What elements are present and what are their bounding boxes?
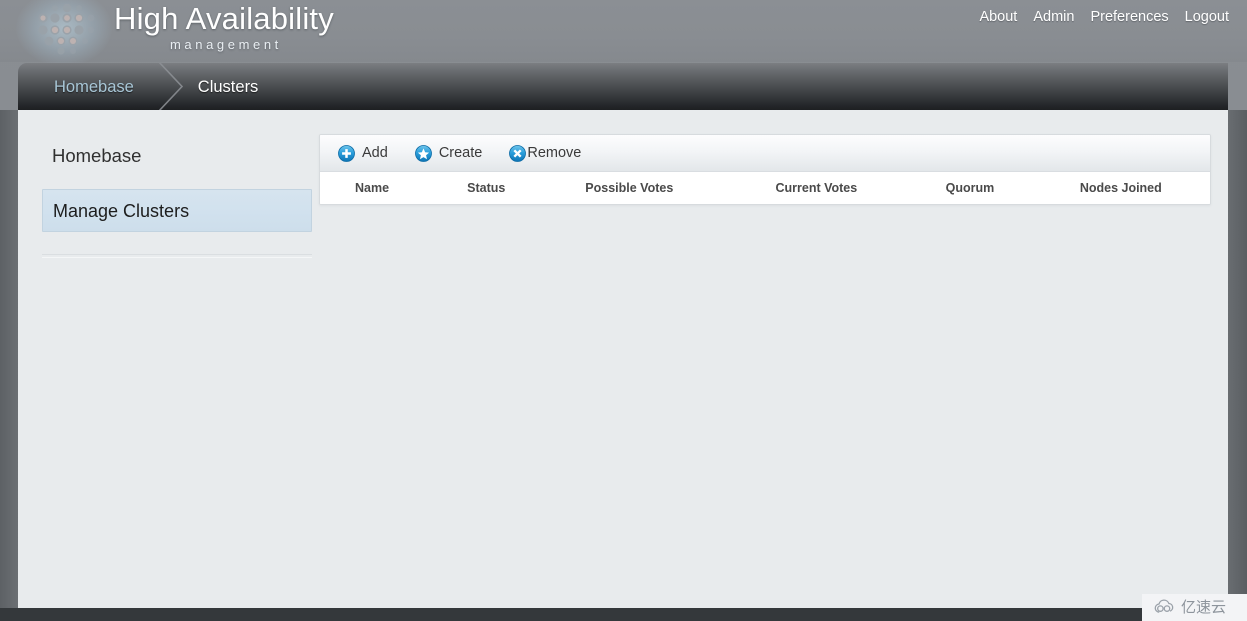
breadcrumb-bar: Homebase Clusters bbox=[18, 63, 1228, 110]
add-button[interactable]: Add bbox=[338, 141, 388, 165]
watermark: 亿速云 bbox=[1142, 594, 1247, 621]
remove-button-label: Remove bbox=[527, 145, 582, 161]
plus-circle-icon bbox=[338, 144, 355, 162]
column-header-current-votes[interactable]: Current Votes bbox=[775, 172, 946, 204]
left-rail bbox=[0, 110, 18, 608]
column-header-name[interactable]: Name bbox=[320, 172, 468, 204]
column-header-quorum[interactable]: Quorum bbox=[945, 172, 1080, 204]
app-logo: High Availability management bbox=[16, 0, 356, 66]
star-circle-icon bbox=[414, 144, 432, 162]
clusters-toolbar: Add Create Remove bbox=[320, 135, 1210, 172]
watermark-text: 亿速云 bbox=[1181, 598, 1227, 616]
column-header-possible-votes[interactable]: Possible Votes bbox=[585, 172, 776, 204]
create-button-label: Create bbox=[438, 145, 483, 161]
table-header-row: Name Status Possible Votes Current Votes… bbox=[320, 172, 1210, 204]
sidebar-item-manage-clusters[interactable]: Manage Clusters bbox=[42, 189, 312, 232]
column-header-status[interactable]: Status bbox=[467, 172, 586, 204]
logo-wordmark: High Availability management bbox=[114, 1, 354, 52]
breadcrumb-link-homebase[interactable]: Homebase bbox=[54, 77, 134, 97]
clusters-panel: Add Create Remove Name Status Possible V… bbox=[319, 134, 1211, 205]
clusters-table-header: Name Status Possible Votes Current Votes… bbox=[320, 172, 1210, 204]
x-circle-icon bbox=[509, 144, 527, 162]
column-header-nodes-joined[interactable]: Nodes Joined bbox=[1079, 172, 1210, 204]
logo-title: High Availability bbox=[114, 1, 334, 36]
nav-link-logout[interactable]: Logout bbox=[1185, 7, 1229, 27]
right-rail bbox=[1228, 110, 1247, 608]
breadcrumb: Homebase Clusters bbox=[18, 63, 258, 110]
sidebar-item-label: Manage Clusters bbox=[53, 201, 190, 221]
chevron-right-icon bbox=[152, 63, 192, 110]
app-header: High Availability management About Admin… bbox=[0, 0, 1247, 66]
create-button[interactable]: Create bbox=[414, 141, 483, 165]
nav-link-admin[interactable]: Admin bbox=[1033, 7, 1074, 27]
sidebar-heading-homebase: Homebase bbox=[52, 145, 142, 166]
breadcrumb-current-clusters: Clusters bbox=[197, 77, 259, 96]
logo-subtitle: management bbox=[170, 37, 282, 52]
clusters-table: Name Status Possible Votes Current Votes… bbox=[320, 172, 1210, 204]
footer-bar bbox=[0, 608, 1247, 621]
sidebar: Homebase Manage Clusters bbox=[42, 144, 312, 258]
cloud-icon bbox=[1154, 599, 1174, 613]
sidebar-divider bbox=[42, 254, 312, 258]
application-window: High Availability management About Admin… bbox=[0, 0, 1247, 621]
content-area: Homebase Manage Clusters Add Create Remo… bbox=[18, 110, 1228, 608]
nav-link-preferences[interactable]: Preferences bbox=[1090, 7, 1168, 27]
top-navigation: About Admin Preferences Logout bbox=[979, 6, 1229, 28]
nav-link-about[interactable]: About bbox=[979, 7, 1017, 27]
dot-grid-logo-icon bbox=[38, 3, 95, 55]
add-button-label: Add bbox=[362, 145, 388, 161]
remove-button[interactable]: Remove bbox=[509, 141, 581, 165]
